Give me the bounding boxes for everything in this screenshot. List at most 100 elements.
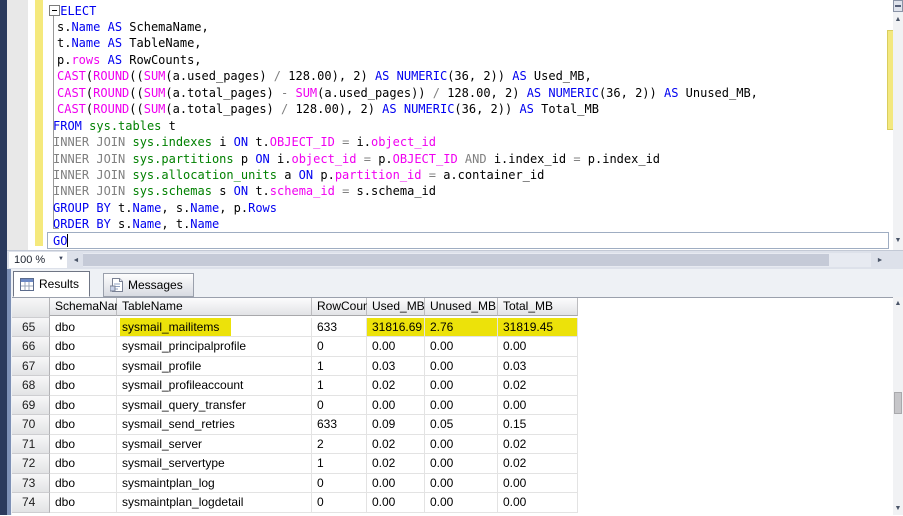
horizontal-scrollbar[interactable] (83, 253, 871, 267)
cell-TableName[interactable]: sysmail_server (117, 435, 312, 455)
scroll-up-icon[interactable]: ▲ (893, 299, 903, 309)
cell-RowCounts[interactable]: 633 (312, 318, 367, 338)
cell-RowCounts[interactable]: 1 (312, 376, 367, 396)
cell-Unused_MB[interactable]: 0.00 (425, 493, 498, 513)
tab-results[interactable]: Results (13, 271, 90, 297)
cell-RowCounts[interactable]: 0 (312, 493, 367, 513)
row-number[interactable]: 71 (12, 435, 50, 455)
cell-Unused_MB[interactable]: 0.00 (425, 396, 498, 416)
cell-Unused_MB[interactable]: 0.00 (425, 337, 498, 357)
cell-SchemaName[interactable]: dbo (50, 454, 117, 474)
row-number[interactable]: 70 (12, 415, 50, 435)
cell-Unused_MB[interactable]: 0.00 (425, 435, 498, 455)
scroll-right-icon[interactable]: ► (875, 256, 885, 266)
cell-SchemaName[interactable]: dbo (50, 415, 117, 435)
table-row[interactable]: 70dbosysmail_send_retries6330.090.050.15 (12, 415, 893, 435)
cell-SchemaName[interactable]: dbo (50, 493, 117, 513)
cell-SchemaName[interactable]: dbo (50, 357, 117, 377)
cell-Unused_MB[interactable]: 0.00 (425, 376, 498, 396)
cell-Used_MB[interactable]: 0.00 (367, 474, 425, 494)
query-editor[interactable]: SELECTs.Name AS SchemaName,t.Name AS Tab… (7, 0, 903, 250)
cell-SchemaName[interactable]: dbo (50, 376, 117, 396)
scroll-up-icon[interactable]: ▲ (893, 15, 903, 25)
grid-column-header[interactable]: RowCounts (312, 298, 367, 316)
collapse-region-toggle-icon[interactable] (49, 5, 60, 16)
table-row[interactable]: 68dbosysmail_profileaccount10.020.000.02 (12, 376, 893, 396)
cell-TableName[interactable]: sysmail_mailitems (117, 318, 312, 338)
cell-RowCounts[interactable]: 1 (312, 454, 367, 474)
cell-Unused_MB[interactable]: 2.76 (425, 318, 498, 338)
cell-SchemaName[interactable]: dbo (50, 396, 117, 416)
cell-Total_MB[interactable]: 0.00 (498, 493, 578, 513)
cell-Used_MB[interactable]: 0.02 (367, 435, 425, 455)
cell-TableName[interactable]: sysmail_send_retries (117, 415, 312, 435)
grid-column-header[interactable]: SchemaName (50, 298, 117, 316)
cell-Used_MB[interactable]: 0.00 (367, 337, 425, 357)
cell-RowCounts[interactable]: 0 (312, 474, 367, 494)
cell-TableName[interactable]: sysmail_query_transfer (117, 396, 312, 416)
scroll-down-icon[interactable]: ▼ (893, 236, 903, 246)
cell-Total_MB[interactable]: 0.00 (498, 396, 578, 416)
cell-Unused_MB[interactable]: 0.00 (425, 474, 498, 494)
table-row[interactable]: 71dbosysmail_server20.020.000.02 (12, 435, 893, 455)
table-row[interactable]: 69dbosysmail_query_transfer00.000.000.00 (12, 396, 893, 416)
grid-column-header[interactable]: Used_MB (367, 298, 425, 316)
cell-RowCounts[interactable]: 0 (312, 337, 367, 357)
cell-Total_MB[interactable]: 0.00 (498, 474, 578, 494)
cell-RowCounts[interactable]: 0 (312, 396, 367, 416)
row-number[interactable]: 67 (12, 357, 50, 377)
cell-TableName[interactable]: sysmail_profileaccount (117, 376, 312, 396)
cell-Used_MB[interactable]: 0.00 (367, 396, 425, 416)
cell-SchemaName[interactable]: dbo (50, 435, 117, 455)
cell-Total_MB[interactable]: 0.15 (498, 415, 578, 435)
table-row[interactable]: 67dbosysmail_profile10.030.000.03 (12, 357, 893, 377)
cell-TableName[interactable]: sysmail_profile (117, 357, 312, 377)
row-number[interactable]: 65 (12, 318, 50, 338)
cell-Unused_MB[interactable]: 0.00 (425, 454, 498, 474)
cell-TableName[interactable]: sysmaintplan_logdetail (117, 493, 312, 513)
scroll-left-icon[interactable]: ◄ (71, 256, 81, 266)
cell-Used_MB[interactable]: 0.03 (367, 357, 425, 377)
row-number[interactable]: 68 (12, 376, 50, 396)
horizontal-scrollbar-thumb[interactable] (83, 254, 829, 266)
grid-column-header[interactable]: TableName (117, 298, 312, 316)
scroll-down-icon[interactable]: ▼ (893, 504, 903, 514)
editor-zoom-select[interactable]: 100 % ▼ (9, 252, 67, 268)
cell-Used_MB[interactable]: 0.02 (367, 376, 425, 396)
table-row[interactable]: 72dbosysmail_servertype10.020.000.02 (12, 454, 893, 474)
row-number[interactable]: 66 (12, 337, 50, 357)
cell-RowCounts[interactable]: 1 (312, 357, 367, 377)
cell-RowCounts[interactable]: 2 (312, 435, 367, 455)
row-number[interactable]: 74 (12, 493, 50, 513)
tab-messages[interactable]: Messages (103, 273, 194, 297)
cell-TableName[interactable]: sysmail_servertype (117, 454, 312, 474)
table-row[interactable]: 74dbosysmaintplan_logdetail00.000.000.00 (12, 493, 893, 513)
cell-Unused_MB[interactable]: 0.00 (425, 357, 498, 377)
grid-scrollbar-thumb[interactable] (894, 392, 902, 414)
cell-Used_MB[interactable]: 0.00 (367, 493, 425, 513)
editor-split-handle[interactable] (893, 0, 903, 12)
row-number[interactable]: 69 (12, 396, 50, 416)
cell-TableName[interactable]: sysmaintplan_log (117, 474, 312, 494)
grid-corner-cell[interactable] (12, 298, 50, 318)
cell-TableName[interactable]: sysmail_principalprofile (117, 337, 312, 357)
cell-SchemaName[interactable]: dbo (50, 318, 117, 338)
editor-vertical-scrollbar[interactable]: ▲ ▼ (893, 0, 903, 250)
table-row[interactable]: 66dbosysmail_principalprofile00.000.000.… (12, 337, 893, 357)
row-number[interactable]: 72 (12, 454, 50, 474)
cell-Total_MB[interactable]: 0.03 (498, 357, 578, 377)
grid-column-header[interactable]: Unused_MB (425, 298, 498, 316)
cell-SchemaName[interactable]: dbo (50, 474, 117, 494)
table-row[interactable]: 65dbosysmail_mailitems63331816.692.76318… (12, 318, 893, 338)
code-area[interactable]: SELECTs.Name AS SchemaName,t.Name AS Tab… (43, 0, 894, 250)
cell-Used_MB[interactable]: 0.09 (367, 415, 425, 435)
cell-Total_MB[interactable]: 0.02 (498, 454, 578, 474)
cell-Total_MB[interactable]: 0.02 (498, 376, 578, 396)
cell-Used_MB[interactable]: 0.02 (367, 454, 425, 474)
cell-Total_MB[interactable]: 0.00 (498, 337, 578, 357)
cell-RowCounts[interactable]: 633 (312, 415, 367, 435)
row-number[interactable]: 73 (12, 474, 50, 494)
cell-Total_MB[interactable]: 31819.45 (498, 318, 578, 338)
table-row[interactable]: 73dbosysmaintplan_log00.000.000.00 (12, 474, 893, 494)
cell-Total_MB[interactable]: 0.02 (498, 435, 578, 455)
